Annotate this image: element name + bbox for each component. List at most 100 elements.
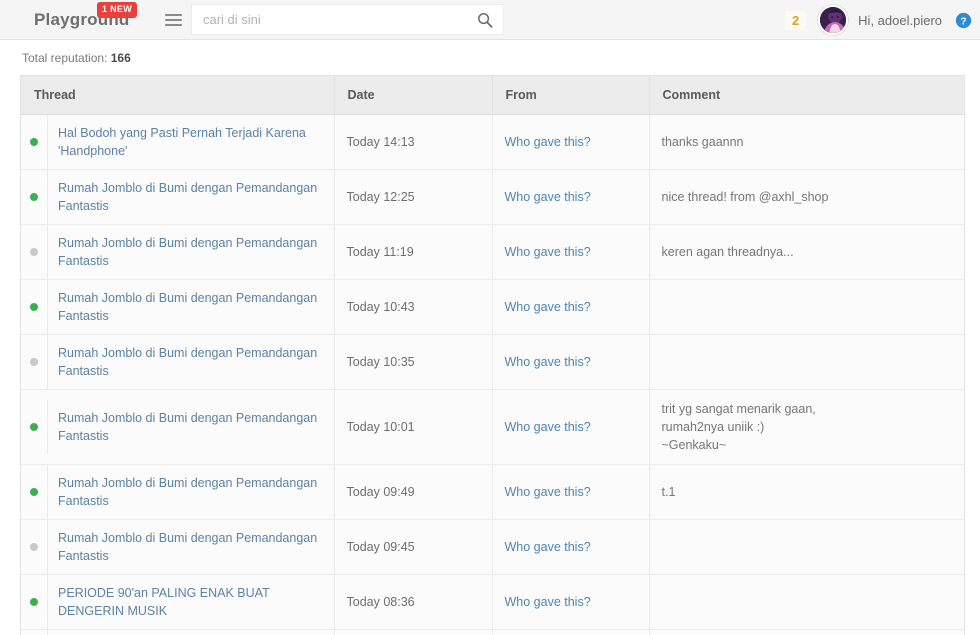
new-badge[interactable]: 1 NEW	[97, 1, 138, 18]
status-dot-active-icon	[30, 597, 38, 606]
avatar[interactable]	[818, 5, 849, 35]
who-gave-this-link[interactable]: Who gave this?	[505, 300, 591, 314]
table-head: Thread Date From Comment	[21, 76, 965, 115]
cell-thread: Rumah Jomblo di Bumi dengan Pemandangan …	[21, 629, 335, 635]
thread-link[interactable]: Hal Bodoh yang Pasti Pernah Terjadi Kare…	[58, 124, 324, 160]
status-dot-cell	[21, 114, 48, 169]
table-row[interactable]: Rumah Jomblo di Bumi dengan Pemandangan …	[21, 519, 965, 575]
status-dot-active-icon	[30, 137, 38, 146]
avatar-image	[820, 7, 847, 33]
cell-comment: nice thread! from @axhl_shop	[649, 169, 965, 225]
user-greeting[interactable]: Hi, adoel.piero	[858, 13, 942, 28]
cell-from: Who gave this?	[492, 279, 650, 335]
column-header-comment[interactable]: Comment	[649, 76, 965, 115]
table-row[interactable]: Rumah Jomblo di Bumi dengan Pemandangan …	[21, 464, 965, 520]
cell-date: Today 11:19	[334, 224, 493, 280]
search-box[interactable]	[191, 4, 504, 35]
thread-link[interactable]: Rumah Jomblo di Bumi dengan Pemandangan …	[58, 234, 324, 270]
cell-comment: trit yg sangat menarik gaan, rumah2nya u…	[649, 389, 965, 465]
cell-comment: keren agan threadnya...	[649, 224, 965, 280]
reputation-table: Thread Date From Comment Hal Bodoh yang …	[21, 76, 965, 635]
cell-from: Who gave this?	[492, 629, 650, 635]
who-gave-this-link[interactable]: Who gave this?	[505, 485, 591, 499]
who-gave-this-link[interactable]: Who gave this?	[505, 245, 591, 259]
table-row[interactable]: Rumah Jomblo di Bumi dengan Pemandangan …	[21, 279, 965, 335]
cell-date: Today 10:01	[334, 389, 493, 465]
reputation-table-wrapper: Thread Date From Comment Hal Bodoh yang …	[20, 75, 965, 635]
who-gave-this-link[interactable]: Who gave this?	[505, 355, 591, 369]
cell-date: Today 14:13	[334, 114, 493, 170]
status-dot-active-icon	[30, 487, 38, 496]
thread-link[interactable]: Rumah Jomblo di Bumi dengan Pemandangan …	[58, 529, 324, 565]
comment-text: keren agan threadnya...	[661, 244, 794, 259]
hamburger-bar	[164, 13, 182, 16]
cell-from: Who gave this?	[492, 169, 650, 225]
status-dot-active-icon	[30, 422, 38, 431]
cell-from: Who gave this?	[492, 574, 650, 630]
table-row[interactable]: Rumah Jomblo di Bumi dengan Pemandangan …	[21, 224, 965, 280]
who-gave-this-link[interactable]: Who gave this?	[505, 595, 591, 609]
cell-date: Today 08:36	[334, 574, 493, 630]
table-row[interactable]: Hal Bodoh yang Pasti Pernah Terjadi Kare…	[21, 114, 965, 170]
thread-link[interactable]: Rumah Jomblo di Bumi dengan Pemandangan …	[58, 179, 324, 215]
help-circle-icon[interactable]: ?	[955, 12, 972, 29]
notification-count-badge[interactable]: 2	[784, 10, 807, 30]
cell-date: Today 09:49	[334, 464, 493, 520]
table-row[interactable]: Rumah Jomblo di Bumi dengan Pemandangan …	[21, 629, 965, 635]
status-dot-cell	[21, 574, 48, 629]
who-gave-this-link[interactable]: Who gave this?	[505, 420, 591, 434]
cell-from: Who gave this?	[492, 334, 650, 390]
hamburger-bar	[164, 23, 182, 26]
thread-link[interactable]: Rumah Jomblo di Bumi dengan Pemandangan …	[58, 344, 324, 380]
cell-thread: Rumah Jomblo di Bumi dengan Pemandangan …	[21, 334, 335, 390]
cell-date: Today 08:18	[334, 629, 493, 635]
column-header-from[interactable]: From	[492, 76, 650, 115]
cell-comment	[649, 279, 965, 335]
search-input[interactable]	[192, 5, 503, 34]
status-dot-cell	[21, 279, 48, 334]
cell-date: Today 10:43	[334, 279, 493, 335]
table-row[interactable]: Rumah Jomblo di Bumi dengan Pemandangan …	[21, 334, 965, 390]
cell-from: Who gave this?	[492, 389, 650, 465]
status-dot-cell	[21, 629, 48, 635]
thread-link[interactable]: Rumah Jomblo di Bumi dengan Pemandangan …	[58, 289, 324, 325]
total-reputation-label: Total reputation:	[22, 51, 108, 65]
status-dot-inactive-icon	[30, 247, 38, 256]
thread-link[interactable]: Rumah Jomblo di Bumi dengan Pemandangan …	[58, 409, 324, 445]
who-gave-this-link[interactable]: Who gave this?	[505, 540, 591, 554]
status-dot-cell	[21, 519, 48, 574]
thread-link[interactable]: Rumah Jomblo di Bumi dengan Pemandangan …	[58, 474, 324, 510]
status-dot-cell	[21, 334, 48, 389]
cell-thread: Rumah Jomblo di Bumi dengan Pemandangan …	[21, 224, 335, 280]
thread-link[interactable]: PERIODE 90'an PALING ENAK BUAT DENGERIN …	[58, 584, 324, 620]
table-row[interactable]: Rumah Jomblo di Bumi dengan Pemandangan …	[21, 169, 965, 225]
status-dot-active-icon	[30, 192, 38, 201]
cell-thread: Rumah Jomblo di Bumi dengan Pemandangan …	[21, 389, 335, 465]
total-reputation-value: 166	[110, 51, 131, 65]
column-header-date[interactable]: Date	[334, 76, 493, 115]
who-gave-this-link[interactable]: Who gave this?	[505, 135, 591, 149]
cell-thread: Hal Bodoh yang Pasti Pernah Terjadi Kare…	[21, 114, 335, 170]
cell-date: Today 09:45	[334, 519, 493, 575]
hamburger-bar	[164, 18, 182, 21]
table-row[interactable]: Rumah Jomblo di Bumi dengan Pemandangan …	[21, 389, 965, 465]
status-dot-inactive-icon	[30, 542, 38, 551]
who-gave-this-link[interactable]: Who gave this?	[505, 190, 591, 204]
column-header-thread[interactable]: Thread	[21, 76, 335, 115]
cell-thread: PERIODE 90'an PALING ENAK BUAT DENGERIN …	[21, 574, 335, 630]
top-bar: Playground 1 NEW 2 Hi, adoel.piero	[0, 0, 980, 40]
cell-from: Who gave this?	[492, 114, 650, 170]
comment-text: nice thread! from @axhl_shop	[661, 189, 829, 204]
status-dot-cell	[21, 464, 48, 519]
hamburger-icon[interactable]	[155, 0, 191, 40]
comment-text: trit yg sangat menarik gaan, rumah2nya u…	[661, 401, 816, 452]
cell-from: Who gave this?	[492, 519, 650, 575]
status-dot-cell	[21, 224, 48, 279]
total-reputation: Total reputation: 166	[0, 40, 980, 75]
cell-date: Today 10:35	[334, 334, 493, 390]
status-dot-cell	[21, 399, 48, 454]
cell-thread: Rumah Jomblo di Bumi dengan Pemandangan …	[21, 519, 335, 575]
table-row[interactable]: PERIODE 90'an PALING ENAK BUAT DENGERIN …	[21, 574, 965, 630]
search-icon[interactable]	[477, 12, 493, 28]
brand-area[interactable]: Playground 1 NEW	[0, 0, 155, 40]
